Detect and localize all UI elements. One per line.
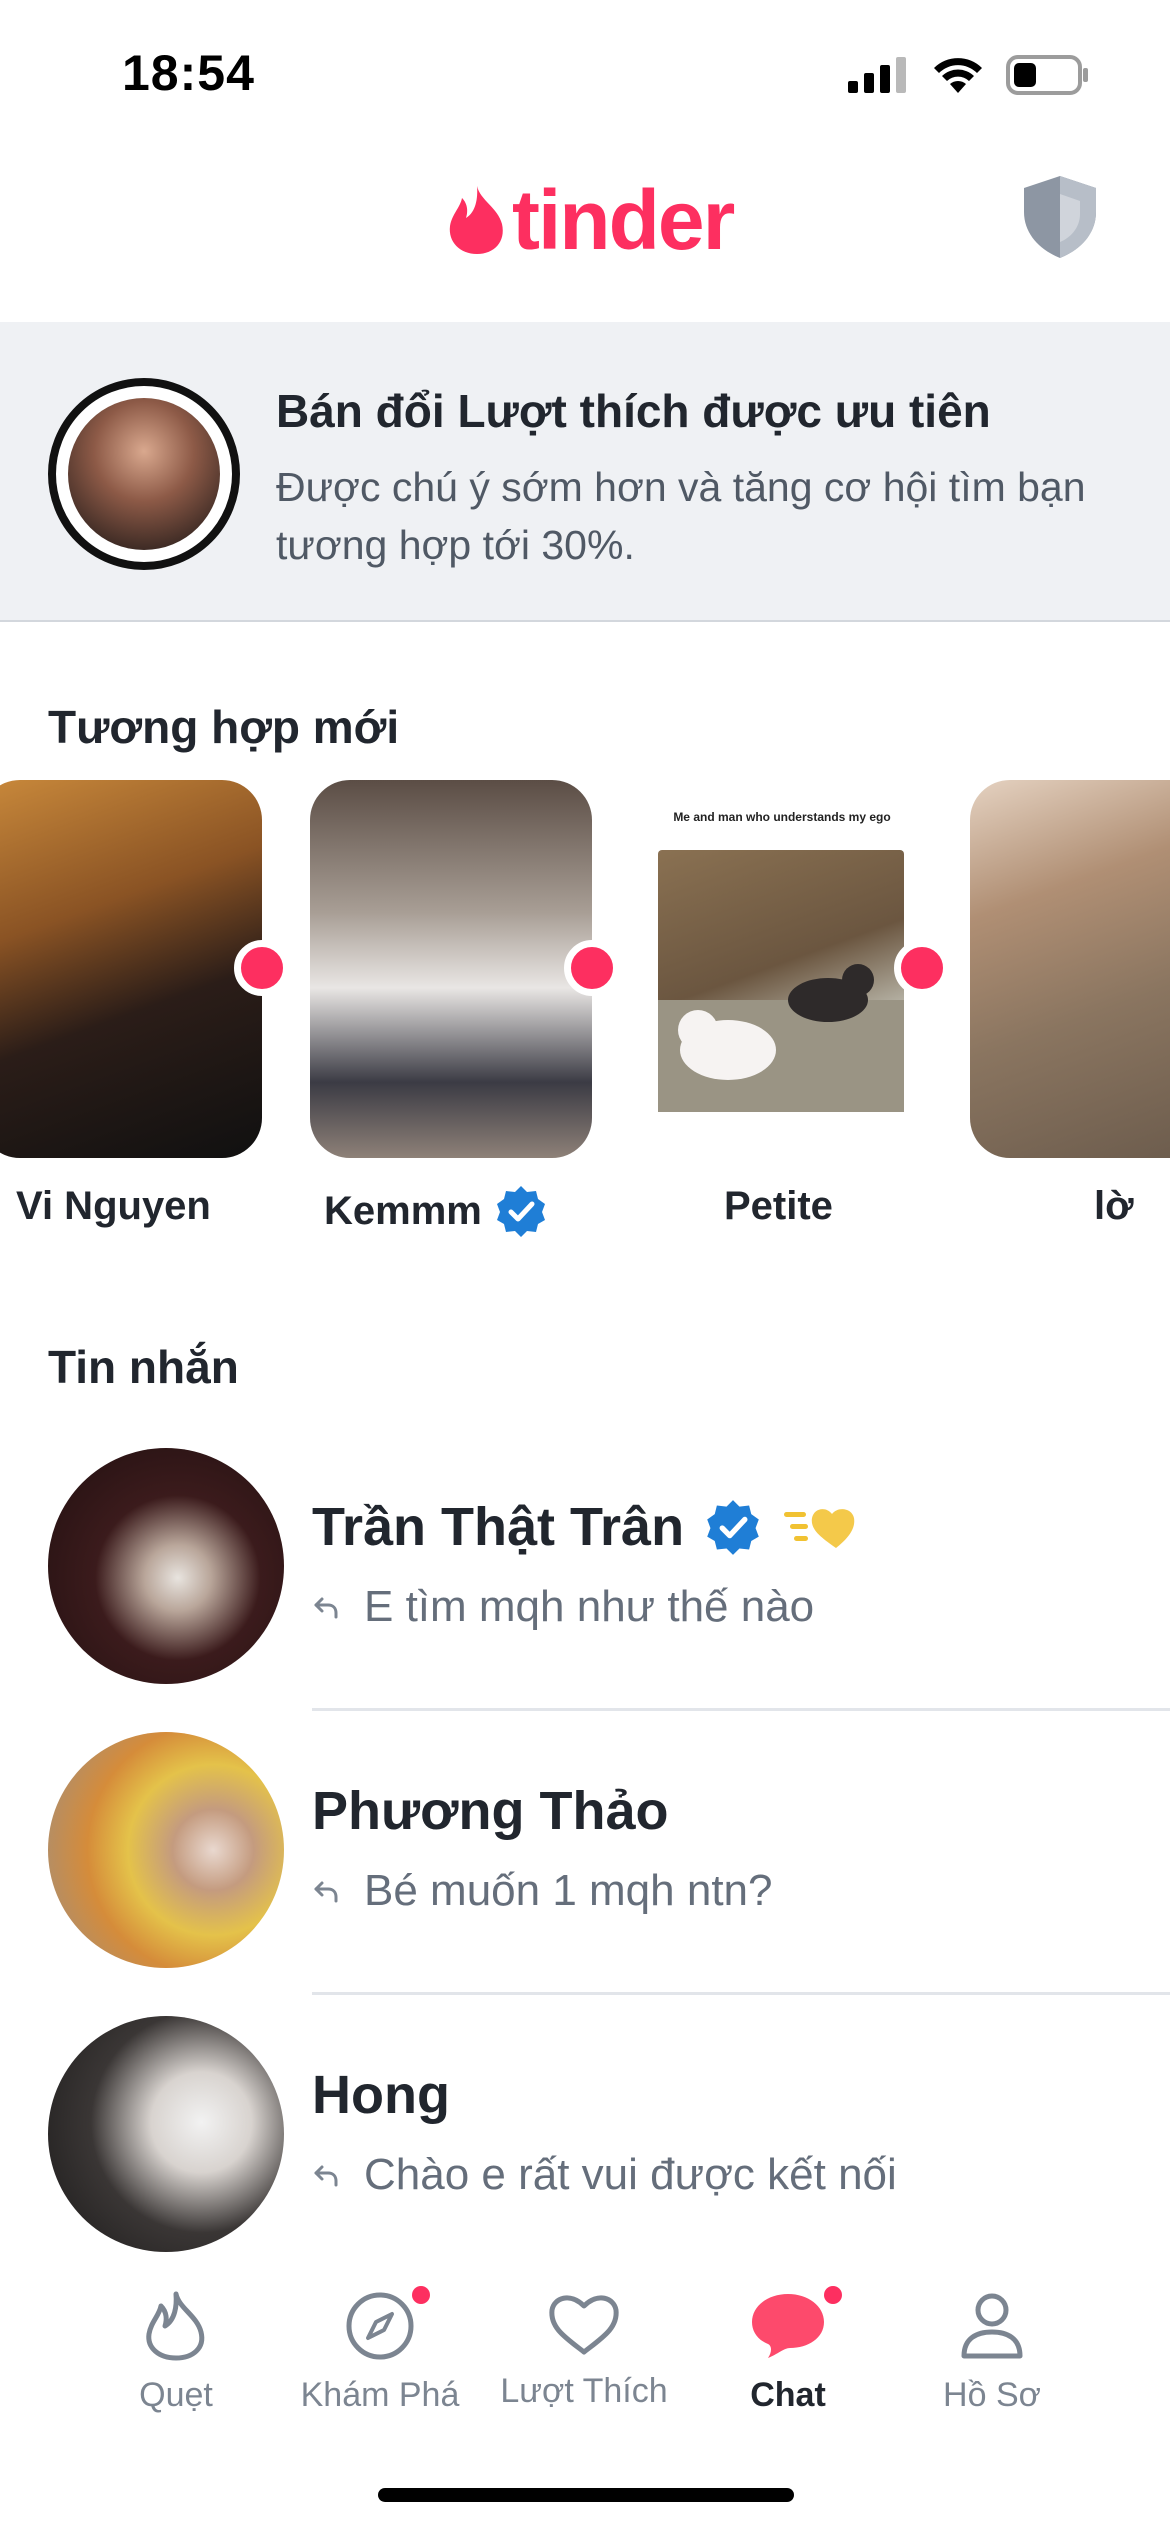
match-card-vi-nguyen[interactable]	[0, 780, 262, 1158]
tab-label: Hồ Sơ	[943, 2376, 1041, 2414]
reply-arrow-icon	[314, 1881, 338, 1903]
heart-icon	[549, 2295, 619, 2355]
preview-text: Bé muốn 1 mqh ntn?	[364, 1866, 773, 1915]
match-name-label: Kemmm	[324, 1188, 482, 1233]
notification-dot	[824, 2286, 842, 2304]
tab-swipe[interactable]: Quẹt	[76, 2290, 276, 2415]
status-icons	[848, 54, 1090, 96]
tinder-logo: tinder	[446, 173, 735, 267]
tab-likes[interactable]: Lượt Thích	[484, 2290, 684, 2411]
verified-badge-icon	[707, 1500, 759, 1555]
preview-text: E tìm mqh như thế nào	[364, 1582, 815, 1631]
cellular-signal-icon	[848, 57, 906, 93]
meme-frame	[658, 850, 904, 1112]
new-match-dot	[894, 940, 950, 996]
message-preview: Bé muốn 1 mqh ntn?	[312, 1866, 772, 1916]
message-row[interactable]: Trần Thật Trân E tìm mqh như thế nào	[0, 1448, 1170, 1732]
battery-icon	[1006, 55, 1088, 95]
divider	[312, 1992, 1170, 1995]
match-card-kemmm[interactable]	[310, 780, 592, 1158]
new-matches-row: Vi Nguyen Kemmm Me and man who understan…	[0, 780, 1170, 1260]
verified-badge-icon	[496, 1186, 545, 1237]
wifi-icon	[934, 58, 982, 93]
sender-name: Phương Thảo	[312, 1781, 669, 1841]
tab-label: Khám Phá	[300, 2376, 460, 2414]
status-time: 18:54	[122, 45, 255, 101]
promo-avatar-photo	[68, 398, 220, 550]
status-bar: 18:54	[0, 0, 1170, 150]
chat-bubble-icon	[752, 2294, 824, 2358]
tab-label: Chat	[750, 2376, 826, 2414]
promo-avatar	[48, 378, 240, 570]
promo-description: Được chú ý sớm hơn và tăng cơ hội tìm bạ…	[276, 464, 1086, 568]
match-card-lo[interactable]	[970, 780, 1170, 1158]
app-header: tinder	[0, 150, 1170, 322]
reply-arrow-icon	[314, 2165, 338, 2187]
new-match-dot	[564, 940, 620, 996]
new-match-dot	[234, 940, 290, 996]
preview-text: Chào e rất vui được kết nối	[364, 2150, 897, 2199]
match-name-label: Petite	[724, 1184, 833, 1228]
tab-profile[interactable]: Hồ Sơ	[892, 2290, 1092, 2415]
divider	[312, 1708, 1170, 1711]
message-sender: Trần Thật Trân	[312, 1496, 864, 1558]
home-indicator[interactable]	[378, 2488, 794, 2502]
message-row[interactable]: Hong Chào e rất vui được kết nối	[0, 2016, 1170, 2300]
reply-arrow-icon	[314, 1597, 338, 1619]
cat-illustration	[658, 964, 904, 1112]
avatar	[48, 1732, 284, 1968]
screen: 18:54 tinder Bán đổi Lượt thích được ưu …	[0, 0, 1170, 2532]
match-name: lờ	[1094, 1184, 1134, 1229]
sender-name: Trần Thật Trân	[312, 1497, 685, 1557]
new-matches-title: Tương hợp mới	[48, 701, 400, 753]
messages-title: Tin nhắn	[48, 1341, 239, 1393]
tab-explore[interactable]: Khám Phá	[280, 2286, 480, 2415]
meme-caption: Me and man who understands my ego	[673, 810, 891, 824]
notification-dot	[412, 2286, 430, 2304]
compass-icon	[346, 2292, 414, 2360]
avatar	[48, 2016, 284, 2252]
message-sender: Phương Thảo	[312, 1780, 668, 1842]
tab-chat[interactable]: Chat	[688, 2286, 888, 2415]
tab-label: Lượt Thích	[500, 2372, 668, 2410]
promo-title: Bán đổi Lượt thích được ưu tiên	[276, 385, 991, 437]
flame-logo-icon	[449, 186, 503, 254]
match-card-petite[interactable]: Me and man who understands my ego	[640, 780, 922, 1158]
match-name-label: Vi Nguyen	[16, 1184, 211, 1228]
match-name: Kemmm	[324, 1184, 548, 1238]
message-sender: Hong	[312, 2064, 450, 2126]
logo-text: tinder	[512, 173, 735, 267]
avatar	[48, 1448, 284, 1684]
message-row[interactable]: Phương Thảo Bé muốn 1 mqh ntn?	[0, 1732, 1170, 2016]
super-like-heart-icon	[784, 1509, 855, 1548]
match-name-label: lờ	[1094, 1184, 1134, 1228]
message-preview: Chào e rất vui được kết nối	[312, 2150, 897, 2200]
match-name: Vi Nguyen	[16, 1184, 211, 1229]
message-preview: E tìm mqh như thế nào	[312, 1582, 814, 1632]
flame-icon	[146, 2291, 205, 2361]
match-name: Petite	[724, 1184, 833, 1229]
sender-name: Hong	[312, 2065, 450, 2125]
safety-shield-icon[interactable]	[1020, 172, 1100, 260]
meme-image: Me and man who understands my ego	[650, 780, 912, 1158]
tab-label: Quẹt	[139, 2376, 213, 2414]
profile-icon	[961, 2293, 1023, 2359]
priority-likes-promo[interactable]: Bán đổi Lượt thích được ưu tiên Được chú…	[0, 322, 1170, 622]
